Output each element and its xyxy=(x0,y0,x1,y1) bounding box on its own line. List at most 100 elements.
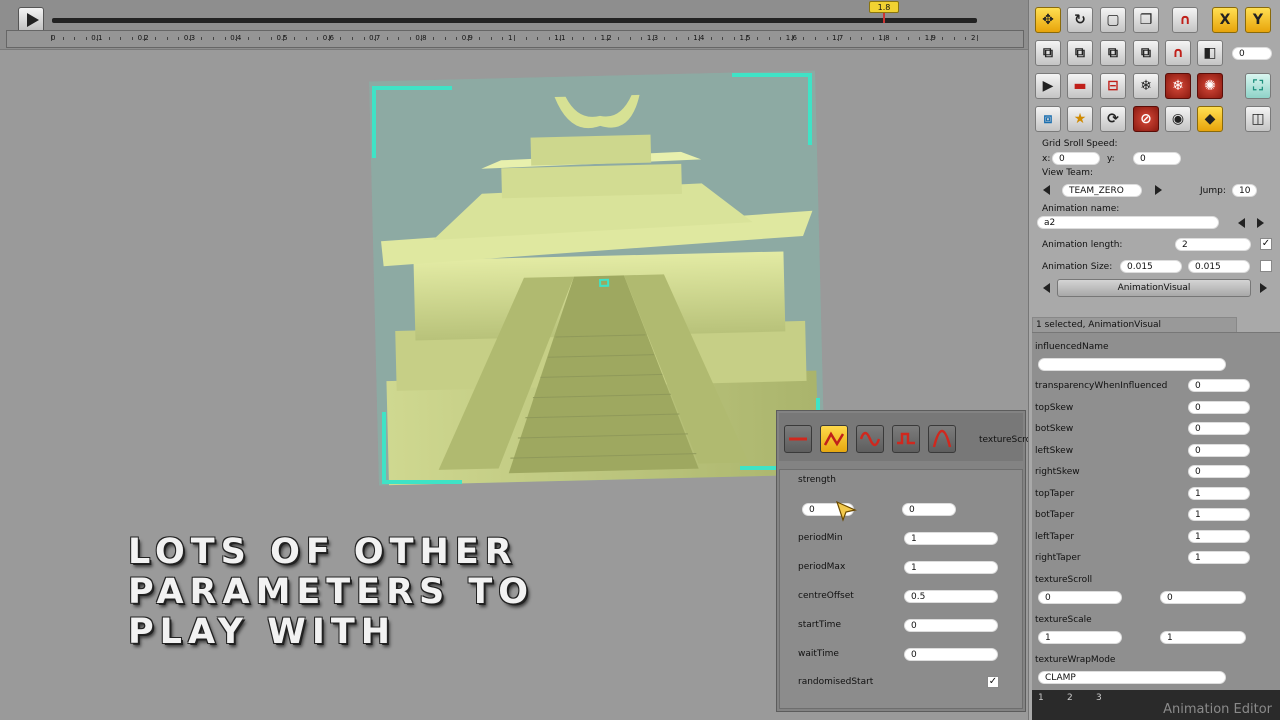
texture-scroll-y-field[interactable]: 0 xyxy=(1160,591,1246,604)
selection-corner-tl[interactable] xyxy=(372,86,452,158)
randomised-start-checkbox[interactable]: ✓ xyxy=(987,676,999,688)
tab-3[interactable]: 3 xyxy=(1096,693,1102,703)
split-icon[interactable]: ⊟ xyxy=(1100,73,1126,99)
square-wave-icon[interactable] xyxy=(892,425,920,453)
keyframe-icon[interactable]: ◆ xyxy=(1197,106,1223,132)
visual-next-arrow[interactable] xyxy=(1260,283,1267,293)
texture-scale-y-field[interactable]: 1 xyxy=(1160,631,1246,644)
anim-prev-arrow[interactable] xyxy=(1238,218,1245,228)
team-next-arrow[interactable] xyxy=(1155,185,1162,195)
jump-label: Jump: xyxy=(1200,186,1226,196)
anim-length-checkbox[interactable]: ✓ xyxy=(1260,238,1272,250)
team-prev-arrow[interactable] xyxy=(1043,185,1050,195)
sine-wave-icon[interactable] xyxy=(856,425,884,453)
texture-wrap-field[interactable]: CLAMP xyxy=(1038,671,1226,684)
influenced-name-field[interactable] xyxy=(1038,358,1226,371)
stack-icon[interactable]: ⧉ xyxy=(1100,40,1126,66)
timeline-minor-tick xyxy=(247,37,249,40)
texture-scale-x-field[interactable]: 1 xyxy=(1038,631,1122,644)
top-skew-field[interactable]: 0 xyxy=(1188,401,1250,414)
timeline-minor-tick xyxy=(85,37,87,40)
tab-1[interactable]: 1 xyxy=(1038,693,1044,703)
anim-size-checkbox[interactable] xyxy=(1260,260,1272,272)
eye-icon[interactable]: ◉ xyxy=(1165,106,1191,132)
anim-length-field[interactable]: 2 xyxy=(1175,238,1251,251)
group-icon[interactable]: ⧈ xyxy=(1035,106,1061,132)
anim-size-label: Animation Size: xyxy=(1042,262,1113,272)
grid-y-field[interactable]: 0 xyxy=(1133,152,1181,165)
refresh-icon[interactable]: ↻ xyxy=(1067,7,1093,33)
caption-line-2: PARAMETERS TO xyxy=(128,572,535,612)
layer-icon[interactable]: ▢ xyxy=(1100,7,1126,33)
animation-visual-sprite[interactable] xyxy=(369,70,830,490)
star-icon[interactable]: ★ xyxy=(1067,106,1093,132)
selection-tab[interactable]: 1 selected, AnimationVisual xyxy=(1032,317,1237,332)
visual-type-selector[interactable]: AnimationVisual xyxy=(1057,279,1251,297)
no-eye-icon[interactable]: ⊘ xyxy=(1133,106,1159,132)
caption-line-1: LOTS OF OTHER xyxy=(128,532,518,572)
transparency-field[interactable]: 0 xyxy=(1188,379,1250,392)
selection-corner-tr[interactable] xyxy=(732,73,812,145)
playhead-marker[interactable]: 1.8 xyxy=(869,1,899,13)
left-skew-field[interactable]: 0 xyxy=(1188,444,1250,457)
start-time-field[interactable]: 0 xyxy=(904,619,998,632)
wave-selector-bar: textureScroll xyxy=(779,413,1036,461)
triangle-wave-icon[interactable] xyxy=(820,425,848,453)
mirror-icon[interactable]: ◫ xyxy=(1245,106,1271,132)
period-min-field[interactable]: 1 xyxy=(904,532,998,545)
timeline-minor-tick xyxy=(676,37,678,40)
record-icon[interactable]: ▬ xyxy=(1067,73,1093,99)
snow-icon[interactable]: ❄ xyxy=(1133,73,1159,99)
magnet-icon[interactable]: ∩ xyxy=(1172,7,1198,33)
top-taper-field[interactable]: 1 xyxy=(1188,487,1250,500)
move-icon[interactable]: ✥ xyxy=(1035,7,1061,33)
bring-forward-icon[interactable]: ⧉ xyxy=(1067,40,1093,66)
timeline-minor-tick xyxy=(629,37,631,40)
flat-wave-icon[interactable] xyxy=(784,425,812,453)
anim-next-arrow[interactable] xyxy=(1257,218,1264,228)
timeline-tick-label: 1 xyxy=(508,34,513,42)
period-max-field[interactable]: 1 xyxy=(904,561,998,574)
magnet-small-icon[interactable]: ∩ xyxy=(1165,40,1191,66)
wheel-red-icon[interactable]: ✺ xyxy=(1197,73,1223,99)
anim-size-y-field[interactable]: 0.015 xyxy=(1188,260,1250,273)
wait-time-field[interactable]: 0 xyxy=(904,648,998,661)
timeline-minor-tick xyxy=(444,37,446,40)
anim-size-x-field[interactable]: 0.015 xyxy=(1120,260,1182,273)
timeline-minor-tick xyxy=(351,37,353,40)
tab-2[interactable]: 2 xyxy=(1067,693,1073,703)
grid-x-field[interactable]: 0 xyxy=(1052,152,1100,165)
left-taper-field[interactable]: 1 xyxy=(1188,530,1250,543)
fit-icon[interactable]: ⛶ xyxy=(1245,73,1271,99)
right-skew-field[interactable]: 0 xyxy=(1188,465,1250,478)
timeline-ruler[interactable]: 0 0.1 0.2 0.3 0.4 0.5 0.6 0.7 0.8 0.9 1 1.1 1.2 1.3 1.… xyxy=(6,30,1024,48)
team-field[interactable]: TEAM_ZERO xyxy=(1062,184,1142,197)
cycle-icon[interactable]: ⟳ xyxy=(1100,106,1126,132)
timeline-minor-tick xyxy=(74,37,76,40)
duplicate-icon[interactable]: ❐ xyxy=(1133,7,1159,33)
bot-taper-field[interactable]: 1 xyxy=(1188,508,1250,521)
right-taper-field[interactable]: 1 xyxy=(1188,551,1250,564)
selection-corner-bl[interactable] xyxy=(382,412,462,484)
ungroup-icon[interactable]: ⧉ xyxy=(1133,40,1159,66)
send-back-icon[interactable]: ⧉ xyxy=(1035,40,1061,66)
centre-offset-field[interactable]: 0.5 xyxy=(904,590,998,603)
flip-icon[interactable]: ◧ xyxy=(1197,40,1223,66)
strength-max-field[interactable]: 0 xyxy=(902,503,956,516)
timeline-minor-tick xyxy=(178,37,180,40)
x-axis-icon[interactable]: X xyxy=(1212,7,1238,33)
bot-skew-field[interactable]: 0 xyxy=(1188,422,1250,435)
texture-scroll-x-field[interactable]: 0 xyxy=(1038,591,1122,604)
timeline-minor-tick xyxy=(525,37,527,40)
timeline-minor-tick xyxy=(583,37,585,40)
spike-wave-icon[interactable] xyxy=(928,425,956,453)
anim-name-field[interactable]: a2 xyxy=(1037,216,1219,229)
timeline-minor-tick xyxy=(294,37,296,40)
snow-red-icon[interactable]: ❄ xyxy=(1165,73,1191,99)
jump-field[interactable]: 10 xyxy=(1232,184,1257,197)
y-axis-icon[interactable]: Y xyxy=(1245,7,1271,33)
timeline-track[interactable] xyxy=(52,18,977,23)
play-icon[interactable]: ▶ xyxy=(1035,73,1061,99)
toolbar-value-field[interactable]: 0 xyxy=(1232,47,1272,60)
visual-prev-arrow[interactable] xyxy=(1043,283,1050,293)
